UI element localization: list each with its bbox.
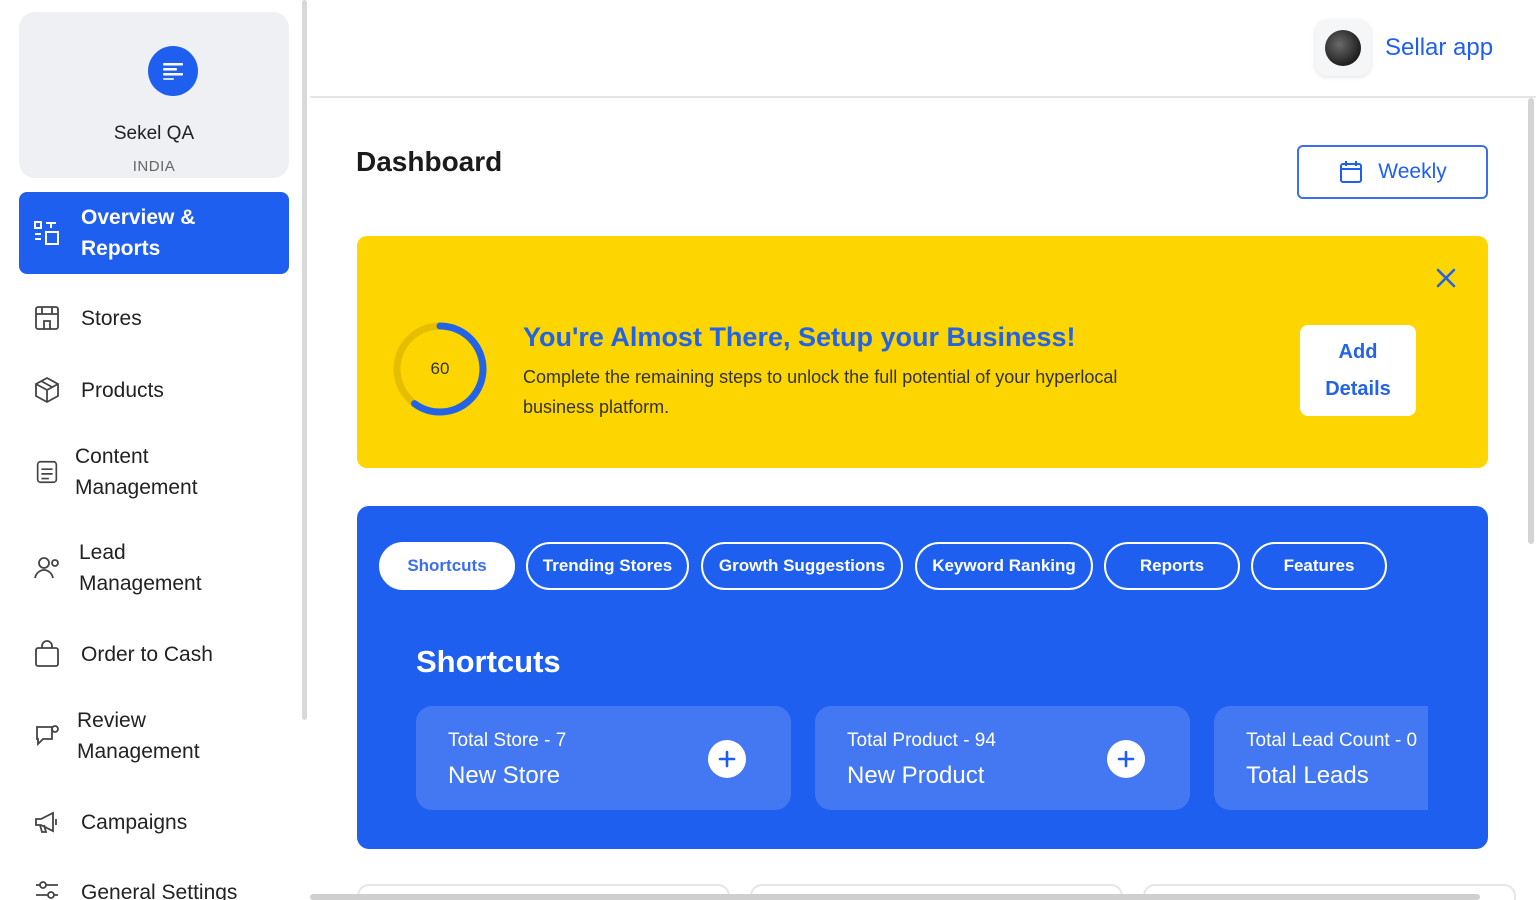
sidebar-item-label: General Settings [81,880,238,900]
sidebar-item-label: Products [81,378,164,402]
calendar-icon [1340,161,1363,183]
sidebar-item-content-management[interactable]: Content Management [19,440,289,504]
tab-shortcuts[interactable]: Shortcuts [379,542,515,590]
sidebar-item-label: Content Management [75,445,198,499]
horizontal-scrollbar[interactable] [310,894,1480,900]
shortcut-card-new-store[interactable]: Total Store - 7 New Store [416,706,791,810]
shortcut-card-count: Total Lead Count - 0 [1246,730,1418,751]
close-icon[interactable] [1432,264,1460,292]
tab-label: Growth Suggestions [718,556,886,575]
shortcut-card-new-product[interactable]: Total Product - 94 New Product [815,706,1190,810]
users-icon [29,550,65,586]
tab-growth-suggestions[interactable]: Growth Suggestions [701,542,903,590]
box-icon [29,372,65,408]
setup-banner-title: You're Almost There, Setup your Business… [523,322,1076,352]
shortcut-card-title: New Store [448,762,561,789]
user-avatar-button[interactable] [1315,20,1371,76]
shortcut-card-title: Total Leads [1246,762,1369,789]
tab-label: Shortcuts [407,556,487,575]
org-country: INDIA [132,158,176,175]
tab-trending-stores[interactable]: Trending Stores [526,542,689,590]
sidebar-item-label: Campaigns [81,810,188,834]
tab-label: Keyword Ranking [932,556,1076,575]
tab-label: Reports [1139,556,1205,575]
shortcut-card-total-leads-clip: Total Lead Count - 0 Total Leads [1214,706,1428,810]
shortcut-card-total-leads[interactable]: Total Lead Count - 0 Total Leads [1214,706,1428,810]
page-title: Dashboard [356,146,503,177]
sidebar-scrollbar[interactable] [302,0,307,720]
add-details-label-line1: Add [1338,340,1378,363]
sidebar-item-label: Overview & Reports [81,206,196,260]
setup-banner: 60 You're Almost There, Setup your Busin… [357,236,1488,468]
org-name: Sekel QA [113,123,195,144]
shortcut-card-count: Total Product - 94 [847,730,996,751]
sidebar-item-lead-management[interactable]: Lead Management [19,536,289,600]
org-logo [148,46,198,96]
tab-reports[interactable]: Reports [1104,542,1240,590]
org-card[interactable]: Sekel QA INDIA [19,12,289,178]
document-icon [29,454,65,490]
period-select-label: Weekly [1378,160,1447,183]
shortcut-card-title: New Product [847,762,985,789]
add-details-button[interactable]: Add Details [1300,325,1416,416]
tab-features[interactable]: Features [1251,542,1387,590]
sidebar-item-campaigns[interactable]: Campaigns [19,802,289,842]
settings-icon [29,874,65,900]
add-details-label-line2: Details [1325,377,1391,400]
setup-progress-value: 60 [430,359,450,378]
sidebar-item-label: Review Management [77,709,200,763]
plus-icon[interactable] [708,740,746,778]
sidebar-item-overview-reports[interactable]: Overview & Reports [19,192,289,274]
plus-icon[interactable] [1107,740,1145,778]
tab-label: Trending Stores [542,556,673,575]
user-avatar [1325,30,1361,66]
sidebar-item-label: Stores [81,306,142,330]
sidebar-item-order-to-cash[interactable]: Order to Cash [19,634,289,674]
sidebar-item-label: Order to Cash [81,642,213,666]
overview-icon [29,215,65,251]
shortcuts-heading: Shortcuts [416,644,561,679]
shortcut-card-count: Total Store - 7 [448,730,567,751]
org-logo-icon [163,63,183,80]
shopping-bag-icon [29,636,65,672]
app-name[interactable]: Sellar app [1385,34,1493,62]
sidebar-item-general-settings[interactable]: General Settings [19,872,289,900]
megaphone-icon [29,804,65,840]
tab-keyword-ranking[interactable]: Keyword Ranking [915,542,1093,590]
main-scrollbar[interactable] [1528,98,1534,544]
period-select-button[interactable]: Weekly [1297,145,1488,199]
sidebar-item-stores[interactable]: Stores [19,298,289,338]
review-icon [29,718,65,754]
tab-label: Features [1283,556,1355,575]
sidebar-item-review-management[interactable]: Review Management [19,704,289,768]
sidebar: Sekel QA INDIA Overview & Reports Stores… [0,0,305,900]
setup-banner-text: Complete the remaining steps to unlock t… [523,367,1118,417]
store-icon [29,300,65,336]
sidebar-item-products[interactable]: Products [19,370,289,410]
sidebar-item-label: Lead Management [79,541,202,595]
